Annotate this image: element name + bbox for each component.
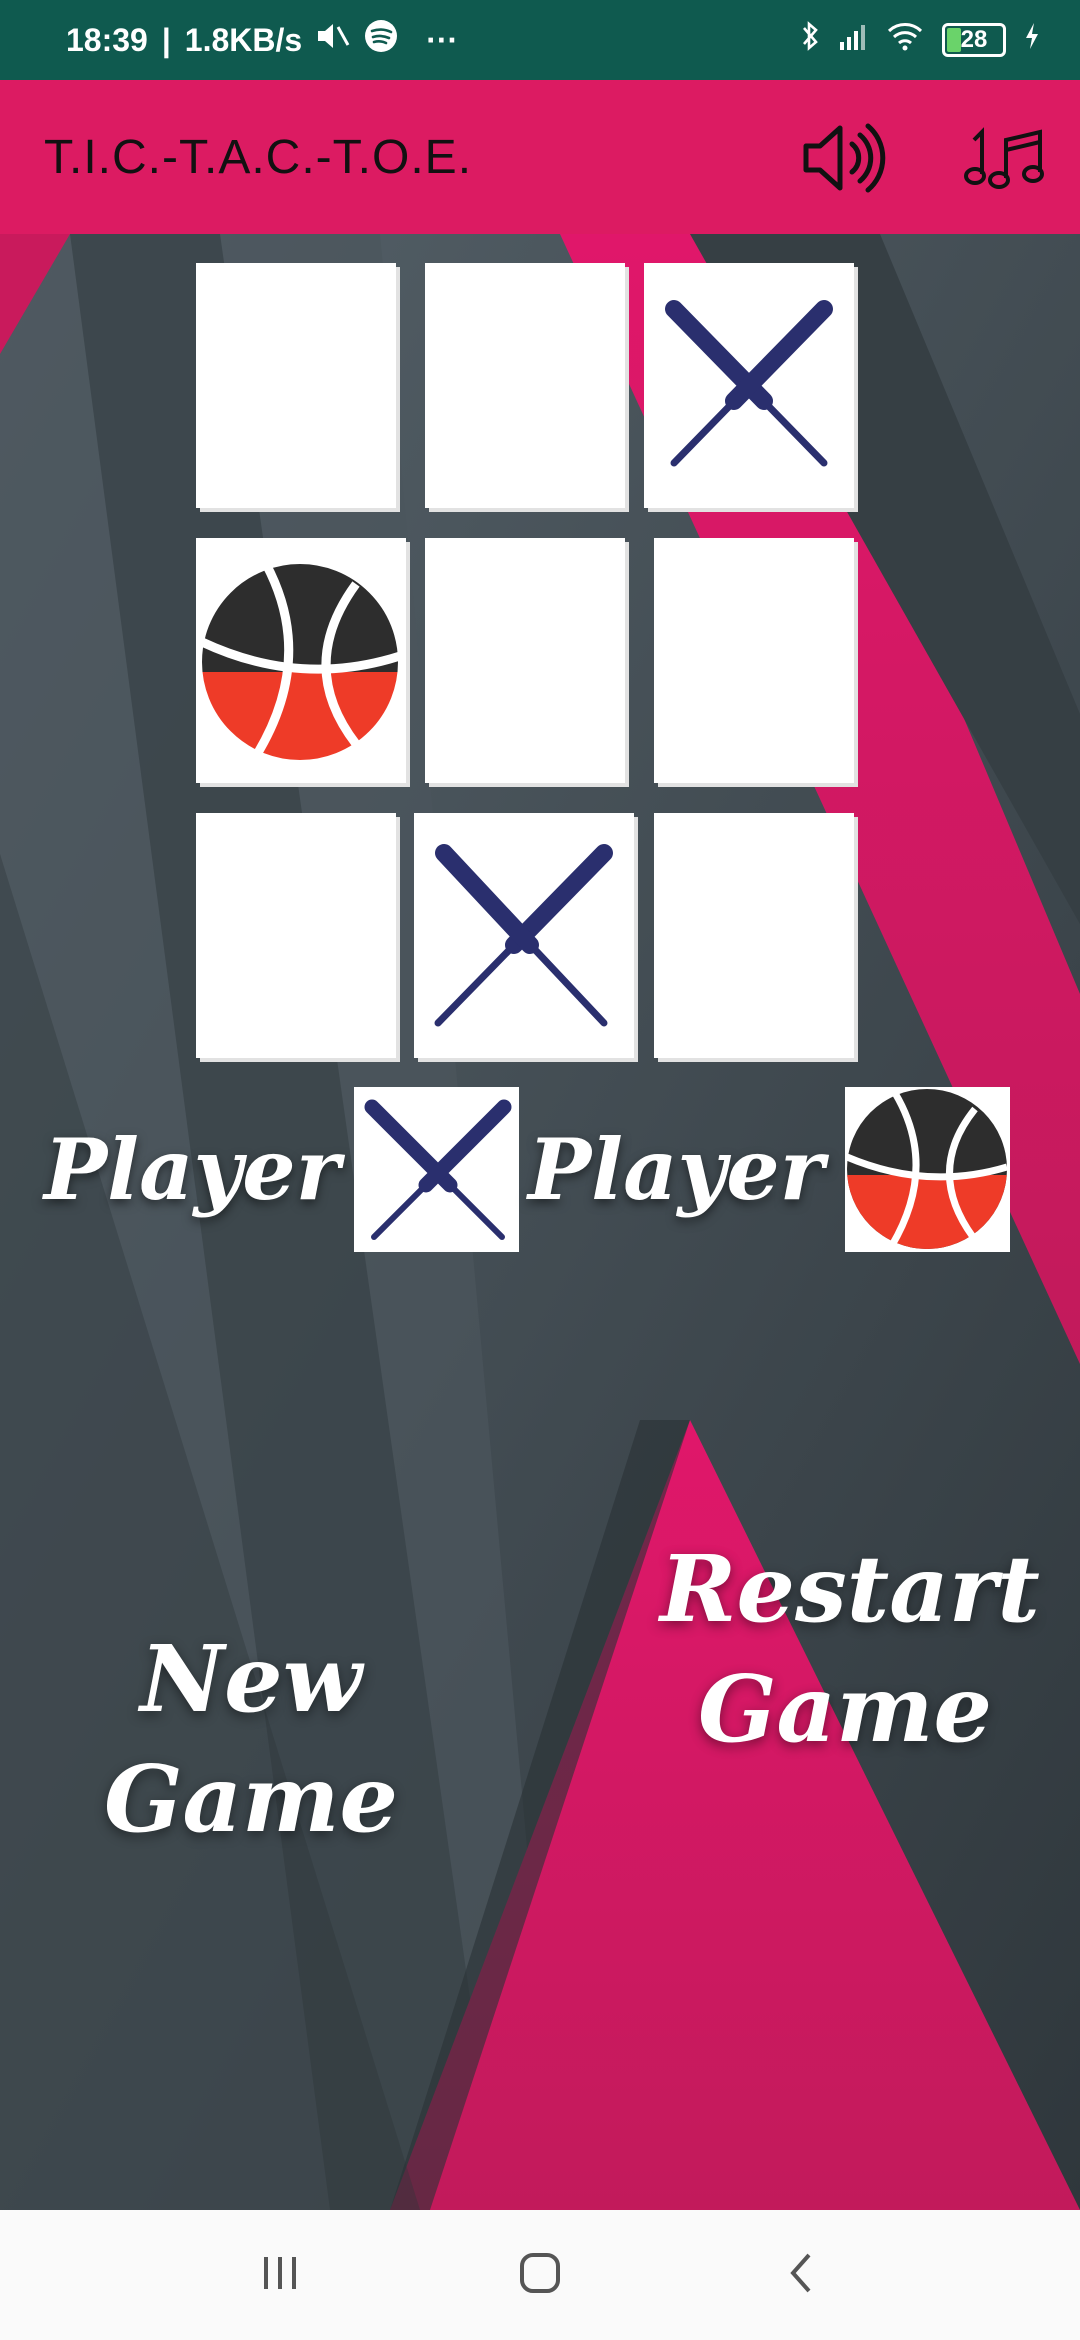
home-button[interactable] [500, 2235, 580, 2315]
board-cell-2[interactable] [425, 263, 625, 508]
back-icon [785, 2251, 815, 2300]
network-speed: 1.8KB/s [184, 21, 303, 58]
crossed-bats-icon [354, 1099, 519, 1256]
app-title: T.I.C.-T.A.C.-T.O.E. [44, 130, 473, 184]
charging-icon [1024, 22, 1040, 58]
spotify-icon [364, 19, 398, 61]
restart-game-button[interactable]: Restart Game [660, 1530, 1040, 1769]
battery-icon: 28 [942, 23, 1006, 57]
sound-icon [800, 118, 890, 203]
board-cell-6[interactable] [654, 538, 854, 783]
basketball-icon [196, 560, 406, 787]
board-cell-3[interactable] [644, 263, 854, 508]
back-button[interactable] [760, 2235, 840, 2315]
mute-icon [316, 21, 350, 59]
sound-toggle-button[interactable] [800, 120, 890, 200]
home-icon [518, 2251, 562, 2300]
board-cell-8[interactable] [414, 813, 634, 1058]
basketball-icon [845, 1089, 1010, 1256]
battery-level: 28 [960, 26, 988, 53]
board-cell-7[interactable] [196, 813, 396, 1058]
board-cell-1[interactable] [196, 263, 396, 508]
music-toggle-button[interactable] [960, 120, 1050, 200]
signal-icon [838, 22, 868, 58]
bluetooth-icon [800, 20, 820, 60]
app-bar: T.I.C.-T.A.C.-T.O.E. [0, 80, 1080, 234]
status-time: 18:39 [66, 21, 148, 58]
board-cell-5[interactable] [425, 538, 625, 783]
player-2-token [845, 1087, 1010, 1252]
wifi-icon [886, 21, 924, 59]
music-icon [960, 118, 1050, 203]
new-game-button[interactable]: New Game [36, 1620, 466, 1859]
more-indicator: ··· [426, 21, 459, 58]
board-cell-4[interactable] [196, 538, 406, 783]
status-bar: 18:39 | 1.8KB/s ··· 28 [0, 0, 1080, 80]
board-cell-9[interactable] [654, 813, 854, 1058]
navigation-bar [0, 2210, 1080, 2340]
player-1-token [354, 1087, 519, 1252]
crossed-bats-icon [414, 844, 634, 1062]
crossed-bats-icon [644, 300, 854, 512]
recents-icon [260, 2255, 300, 2296]
recents-button[interactable] [240, 2235, 320, 2315]
